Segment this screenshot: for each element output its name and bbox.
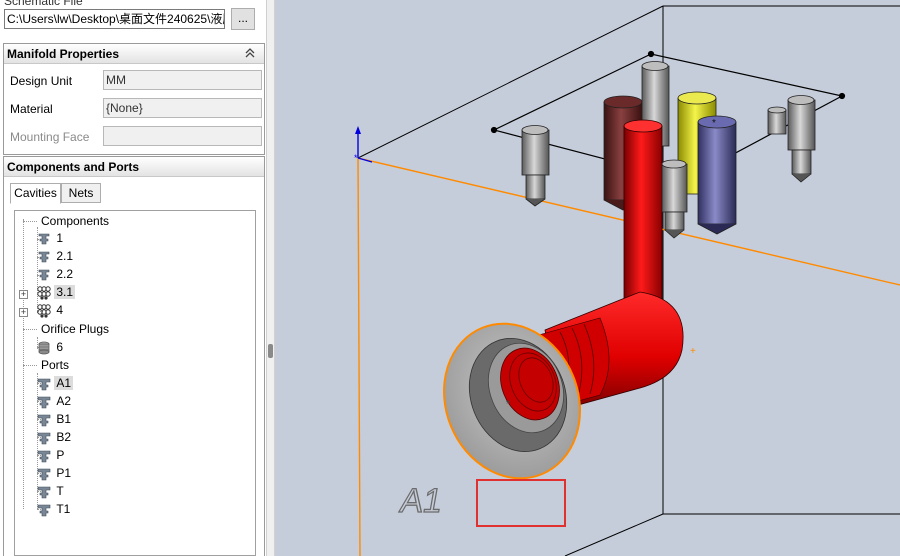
component-2-2-label: 2.2 [56, 267, 74, 281]
schematic-file-input[interactable]: C:\Users\lw\Desktop\桌面文件240625\液压 [4, 9, 225, 29]
tree-component-2-2[interactable]: 2.2 [37, 266, 75, 283]
port-engraving: A1 [397, 482, 447, 521]
port-icon [37, 378, 51, 391]
component-4-label: 4 [56, 303, 64, 317]
port-p-label: P [56, 448, 65, 462]
material-field[interactable]: {None} [103, 98, 262, 118]
orifice-plugs-label: Orifice Plugs [41, 322, 110, 336]
port-icon [37, 468, 51, 481]
svg-text:+: + [690, 346, 696, 357]
port-icon [37, 432, 51, 445]
svg-text:*: * [712, 118, 716, 129]
expand-icon[interactable]: + [19, 308, 28, 317]
cartridge-icon [38, 251, 50, 263]
tree-component-1[interactable]: 1 [37, 230, 65, 247]
manifold-properties-header[interactable]: Manifold Properties [4, 44, 264, 64]
material-row: Material {None} [10, 98, 264, 120]
multi-cavity-icon [37, 286, 51, 300]
tree-orifice-plugs-node[interactable]: Orifice Plugs [39, 321, 111, 338]
origin-axis-icon: * [354, 126, 373, 163]
port-b1-label: B1 [56, 412, 72, 426]
schematic-file-label: Schematic File [4, 0, 83, 8]
tab-cavities[interactable]: Cavities [10, 183, 61, 204]
components-ports-header: Components and Ports [4, 157, 264, 177]
component-3-1-label: 3.1 [54, 285, 76, 299]
tree-port-b2[interactable]: B2 [37, 429, 73, 446]
design-unit-field[interactable]: MM [103, 70, 262, 90]
port-icon [37, 396, 51, 409]
cartridge-icon [38, 269, 50, 281]
port-icon [37, 414, 51, 427]
expand-icon[interactable]: + [19, 290, 28, 299]
cavity-gray-right[interactable] [767, 95, 816, 183]
port-b2-label: B2 [56, 430, 72, 444]
port-icon [37, 486, 51, 499]
components-label: Components [41, 214, 110, 228]
highlight-box [476, 479, 566, 527]
tree-orifice-6[interactable]: 6 [37, 339, 65, 356]
tree-port-p[interactable]: P [37, 447, 66, 464]
port-a1-label: A1 [54, 376, 74, 390]
tree-ports-node[interactable]: Ports [39, 357, 71, 374]
mounting-face-label: Mounting Face [10, 130, 90, 144]
design-unit-label: Design Unit [10, 74, 73, 88]
manifold-3d-model[interactable]: * * + * A1 [275, 0, 900, 556]
port-t-label: T [56, 484, 64, 498]
tree-component-3-1[interactable]: 3.1 [37, 284, 76, 301]
manifold-properties-title: Manifold Properties [7, 47, 120, 61]
tree-port-a1[interactable]: A1 [37, 375, 74, 392]
components-ports-title: Components and Ports [7, 160, 140, 174]
browse-button[interactable]: ... [231, 8, 255, 30]
port-t1-label: T1 [56, 502, 71, 516]
red-vertical-passage[interactable] [623, 119, 663, 313]
material-label: Material [10, 102, 53, 116]
tree-components-node[interactable]: Components [39, 213, 111, 230]
port-a2-label: A2 [56, 394, 72, 408]
3d-viewport[interactable]: * * + * A1 [275, 0, 900, 556]
cavity-blue[interactable]: * [697, 115, 737, 235]
ports-label: Ports [41, 358, 70, 372]
design-unit-row: Design Unit MM [10, 70, 264, 92]
collapse-icon[interactable] [244, 47, 256, 59]
cavity-gray-left[interactable] [521, 125, 550, 207]
port-p1-label: P1 [56, 466, 72, 480]
manifold-properties-group: Manifold Properties Design Unit MM Mater… [3, 43, 265, 155]
orifice-6-label: 6 [56, 340, 64, 354]
svg-text:*: * [354, 153, 358, 163]
cavities-tree: Components 1 2.1 2.2 + 3.1 + 4 Orifice P… [14, 210, 256, 556]
tree-port-a2[interactable]: A2 [37, 393, 73, 410]
plug-icon [38, 341, 50, 355]
panel-splitter[interactable] [266, 0, 275, 556]
tree-port-p1[interactable]: P1 [37, 465, 73, 482]
tree-port-t[interactable]: T [37, 483, 66, 500]
splitter-grip-icon[interactable] [268, 344, 273, 358]
tab-nets[interactable]: Nets [61, 183, 101, 203]
component-1-label: 1 [56, 231, 64, 245]
component-2-1-label: 2.1 [56, 249, 74, 263]
property-panel: Schematic File C:\Users\lw\Desktop\桌面文件2… [0, 0, 266, 556]
tree-component-2-1[interactable]: 2.1 [37, 248, 75, 265]
mounting-face-field [103, 126, 262, 146]
tree-port-t1[interactable]: T1 [37, 501, 72, 518]
multi-cavity-icon [37, 304, 51, 318]
svg-text:*: * [506, 399, 510, 410]
tree-port-b1[interactable]: B1 [37, 411, 73, 428]
port-a1-engraving-text: A1 [397, 482, 445, 520]
tree-component-4[interactable]: 4 [37, 302, 65, 319]
cartridge-icon [38, 233, 50, 245]
port-icon [37, 450, 51, 463]
mounting-face-row: Mounting Face [10, 126, 264, 148]
cavity-gray-front[interactable] [661, 159, 688, 239]
port-icon [37, 504, 51, 517]
